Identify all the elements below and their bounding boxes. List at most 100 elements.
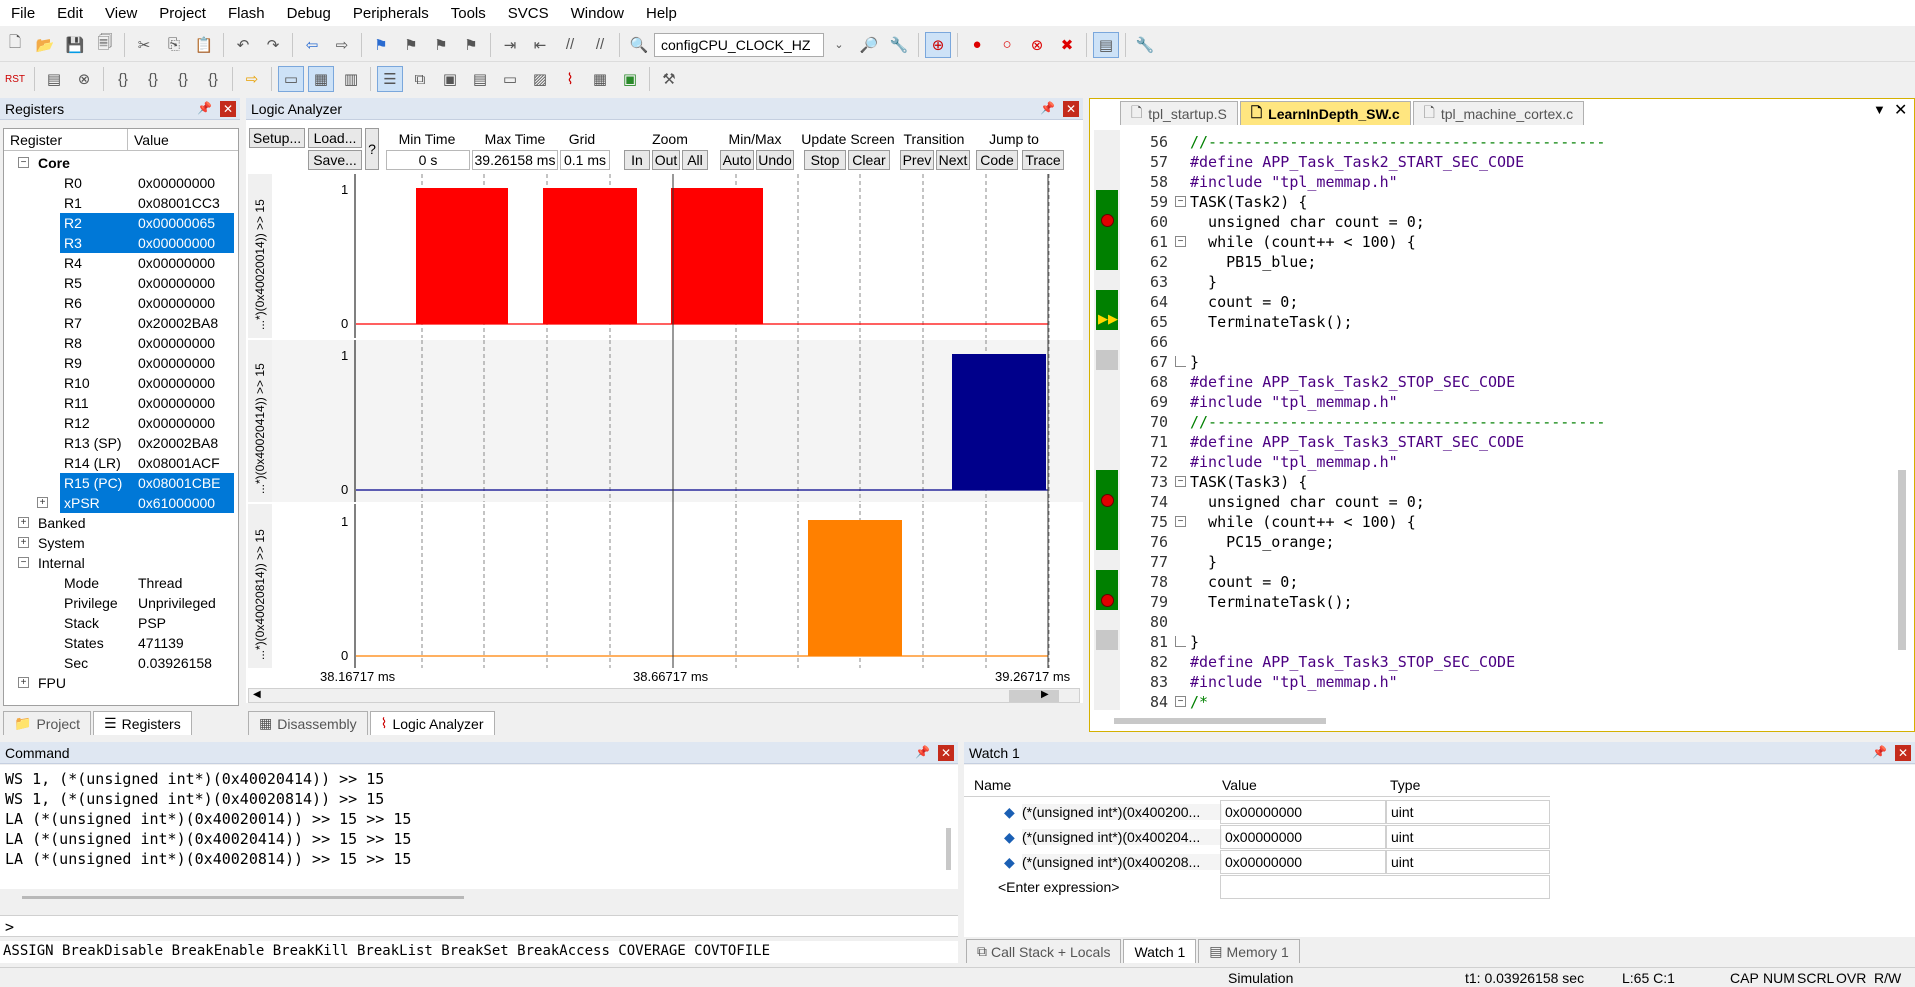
- stop-icon[interactable]: ⊗: [71, 66, 97, 92]
- find-icon[interactable]: 🔎: [856, 32, 882, 58]
- register-row-xpsr[interactable]: xPSR 0x61000000: [60, 493, 234, 513]
- watch-col-name[interactable]: Name: [974, 777, 1011, 793]
- code-line[interactable]: #define APP_Task_Task3_START_SEC_CODE: [1190, 432, 1524, 452]
- code-line[interactable]: #include "tpl_memmap.h": [1190, 452, 1398, 472]
- fold-icon[interactable]: [1175, 356, 1186, 367]
- code-line[interactable]: }: [1190, 552, 1217, 572]
- register-value[interactable]: 0x00000000: [134, 233, 234, 253]
- symbols-window-icon[interactable]: ▥: [338, 66, 364, 92]
- register-value[interactable]: 0x00000000: [134, 273, 234, 293]
- collapse-icon[interactable]: −: [18, 557, 29, 568]
- watch-window-icon[interactable]: ▣: [437, 66, 463, 92]
- save-icon[interactable]: 💾: [62, 32, 88, 58]
- memory-window-icon[interactable]: ▤: [467, 66, 493, 92]
- register-row-r4[interactable]: R4 0x00000000: [60, 253, 234, 273]
- nav-back-icon[interactable]: ⇦: [299, 32, 325, 58]
- register-value[interactable]: PSP: [134, 613, 234, 633]
- register-value[interactable]: 0x20002BA8: [134, 313, 234, 333]
- menu-window[interactable]: Window: [560, 5, 635, 22]
- trace-window-icon[interactable]: ⌇: [557, 66, 583, 92]
- code-line[interactable]: TASK(Task2) {: [1190, 192, 1307, 212]
- bookmark-icon[interactable]: ⚑: [368, 32, 394, 58]
- reset-icon[interactable]: RST: [2, 66, 28, 92]
- copy-icon[interactable]: ⎘: [161, 32, 187, 58]
- internal-row-mode[interactable]: Mode Thread: [60, 573, 234, 593]
- registers-window-icon[interactable]: ☰: [377, 66, 403, 92]
- fold-icon[interactable]: [1175, 636, 1186, 647]
- code-line[interactable]: while (count++ < 100) {: [1190, 512, 1416, 532]
- close-icon[interactable]: ✕: [220, 101, 236, 117]
- breakpoint-icon[interactable]: [1101, 494, 1114, 507]
- debug-settings-icon[interactable]: ⚒: [656, 66, 682, 92]
- register-value[interactable]: 0x00000000: [134, 293, 234, 313]
- breakpoint-kill-all-icon[interactable]: ✖: [1054, 32, 1080, 58]
- cut-icon[interactable]: ✂: [131, 32, 157, 58]
- register-value[interactable]: 0x00000000: [134, 253, 234, 273]
- save-all-icon[interactable]: 🗐: [92, 32, 118, 58]
- new-file-icon[interactable]: 🗋: [2, 32, 28, 58]
- watch-col-value[interactable]: Value: [1222, 777, 1257, 793]
- code-line[interactable]: while (count++ < 100) {: [1190, 232, 1416, 252]
- tab-list-dropdown-icon[interactable]: ▼: [1873, 102, 1886, 117]
- la-save-button[interactable]: Save...: [308, 150, 362, 170]
- code-line[interactable]: #define APP_Task_Task2_START_SEC_CODE: [1190, 152, 1524, 172]
- command-vertical-scrollbar[interactable]: [946, 828, 951, 870]
- configure-icon[interactable]: 🔧: [1132, 32, 1158, 58]
- register-row-r3[interactable]: R3 0x00000000: [60, 233, 234, 253]
- code-line[interactable]: //--------------------------------------…: [1190, 412, 1605, 432]
- close-editor-icon[interactable]: ✕: [1894, 100, 1907, 120]
- paste-icon[interactable]: 📋: [191, 32, 217, 58]
- register-value[interactable]: 0x00000000: [134, 173, 234, 193]
- register-value[interactable]: 0x20002BA8: [134, 433, 234, 453]
- editor-vertical-scrollbar[interactable]: [1898, 470, 1906, 650]
- tab-file-1[interactable]: 🗋 LearnInDepth_SW.c: [1239, 101, 1411, 125]
- run-to-cursor-icon[interactable]: {}: [200, 66, 226, 92]
- code-line[interactable]: TASK(Task3) {: [1190, 472, 1307, 492]
- code-line[interactable]: }: [1190, 352, 1199, 372]
- menu-project[interactable]: Project: [148, 5, 217, 22]
- show-next-statement-icon[interactable]: ⇨: [239, 66, 265, 92]
- command-horizontal-scrollbar[interactable]: [22, 896, 464, 899]
- la-horizontal-scrollbar[interactable]: ◀ ▶: [248, 688, 1080, 703]
- register-row-r11[interactable]: R11 0x00000000: [60, 393, 234, 413]
- find-in-files-icon[interactable]: 🔍: [626, 32, 652, 58]
- register-row-r7[interactable]: R7 0x20002BA8: [60, 313, 234, 333]
- code-line[interactable]: unsigned char count = 0;: [1190, 492, 1425, 512]
- watch-col-type[interactable]: Type: [1390, 777, 1420, 793]
- col-value-header[interactable]: Value: [128, 129, 238, 150]
- comment-icon[interactable]: //: [557, 32, 583, 58]
- menu-file[interactable]: File: [0, 5, 46, 22]
- code-line[interactable]: TerminateTask();: [1190, 312, 1353, 332]
- register-row-r6[interactable]: R6 0x00000000: [60, 293, 234, 313]
- code-line[interactable]: //--------------------------------------…: [1190, 132, 1605, 152]
- menu-tools[interactable]: Tools: [440, 5, 497, 22]
- tab-project[interactable]: 📁 Project: [3, 711, 92, 735]
- code-line[interactable]: }: [1190, 632, 1199, 652]
- col-register-header[interactable]: Register: [4, 129, 128, 150]
- register-value[interactable]: 0x08001CBE: [134, 473, 234, 493]
- breakpoint-icon[interactable]: [1101, 214, 1114, 227]
- register-value[interactable]: 0.03926158: [134, 653, 234, 673]
- breakpoint-enable-icon[interactable]: ○: [994, 32, 1020, 58]
- update-stop-button[interactable]: Stop: [804, 150, 846, 170]
- minmax-auto-button[interactable]: Auto: [720, 150, 754, 170]
- register-value[interactable]: 0x00000065: [134, 213, 234, 233]
- menu-edit[interactable]: Edit: [46, 5, 94, 22]
- register-row-r15[interactable]: R15 (PC) 0x08001CBE: [60, 473, 234, 493]
- fold-icon[interactable]: −: [1175, 236, 1186, 247]
- watch-row[interactable]: ◆ (*(unsigned int*)(0x400200... 0x00000000…: [964, 800, 1550, 825]
- debug-session-icon[interactable]: ⊕: [925, 31, 951, 58]
- group-core[interactable]: Core: [38, 153, 70, 173]
- code-line[interactable]: #include "tpl_memmap.h": [1190, 172, 1398, 192]
- minmax-undo-button[interactable]: Undo: [756, 150, 794, 170]
- register-value[interactable]: Unprivileged: [134, 593, 234, 613]
- serial-window-icon[interactable]: ▭: [497, 66, 523, 92]
- register-row-r12[interactable]: R12 0x00000000: [60, 413, 234, 433]
- la-setup-button[interactable]: Setup...: [249, 128, 305, 148]
- tab-memory-1[interactable]: ▤ Memory 1: [1198, 939, 1300, 963]
- update-clear-button[interactable]: Clear: [848, 150, 890, 170]
- scroll-right-icon[interactable]: ▶: [1041, 689, 1049, 700]
- jump-trace-button[interactable]: Trace: [1022, 150, 1064, 170]
- open-file-icon[interactable]: 📂: [32, 32, 58, 58]
- register-value[interactable]: 0x00000000: [134, 393, 234, 413]
